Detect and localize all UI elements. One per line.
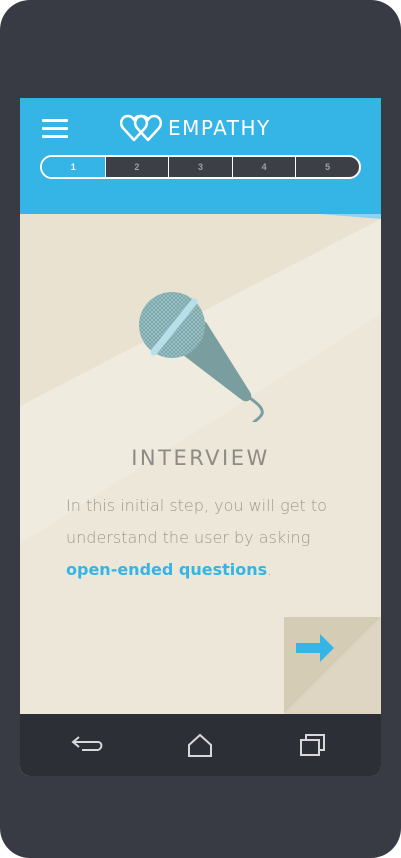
step-description: In this initial step, you will get to un…	[66, 490, 356, 586]
step-2[interactable]: 2	[104, 157, 169, 177]
step-3[interactable]: 3	[168, 157, 232, 177]
highlight-open-ended-questions[interactable]: open-ended questions	[66, 560, 267, 579]
step-4[interactable]: 4	[231, 157, 296, 177]
step-title: INTERVIEW	[131, 446, 270, 470]
app-header: EMPATHY 1 2 3 4 5	[20, 98, 381, 214]
hamburger-menu-icon[interactable]	[42, 118, 68, 138]
description-text: In this initial step, you will get to un…	[66, 496, 327, 547]
description-end: .	[267, 560, 273, 579]
microphone-icon	[139, 292, 264, 422]
home-icon[interactable]	[180, 728, 220, 762]
step-progress-bar: 1 2 3 4 5	[40, 155, 361, 179]
app-screen: EMPATHY 1 2 3 4 5 INTERVIEW In this init…	[20, 98, 381, 776]
double-heart-logo-icon	[120, 114, 162, 142]
step-1[interactable]: 1	[42, 157, 105, 177]
step-5[interactable]: 5	[295, 157, 359, 177]
brand-name: EMPATHY	[168, 116, 271, 140]
next-step-button[interactable]	[284, 617, 381, 714]
phone-frame: EMPATHY 1 2 3 4 5 INTERVIEW In this init…	[0, 0, 401, 858]
next-button-bg	[284, 617, 381, 714]
android-nav-bar	[20, 714, 381, 776]
brand-logo: EMPATHY	[120, 114, 271, 142]
back-icon[interactable]	[66, 728, 106, 762]
recent-apps-icon[interactable]	[292, 728, 332, 762]
